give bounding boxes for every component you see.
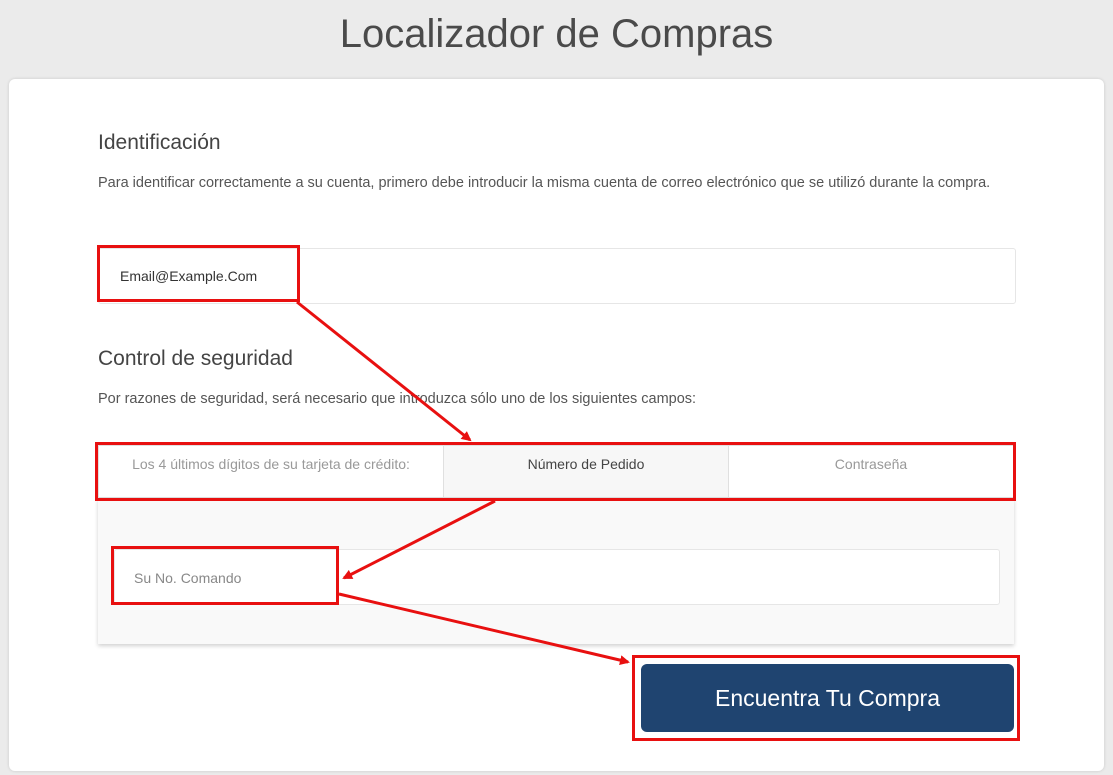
annotation-box-button xyxy=(632,655,1020,741)
security-heading: Control de seguridad xyxy=(98,347,293,370)
annotation-box-tabs xyxy=(95,442,1016,501)
annotation-box-order xyxy=(111,546,339,605)
annotation-box-email xyxy=(97,245,300,302)
identification-heading: Identificación xyxy=(98,131,221,154)
security-description: Por razones de seguridad, será necesario… xyxy=(98,391,697,407)
identification-description: Para identificar correctamente a su cuen… xyxy=(98,175,991,191)
page-title: Localizador de Compras xyxy=(339,12,774,56)
